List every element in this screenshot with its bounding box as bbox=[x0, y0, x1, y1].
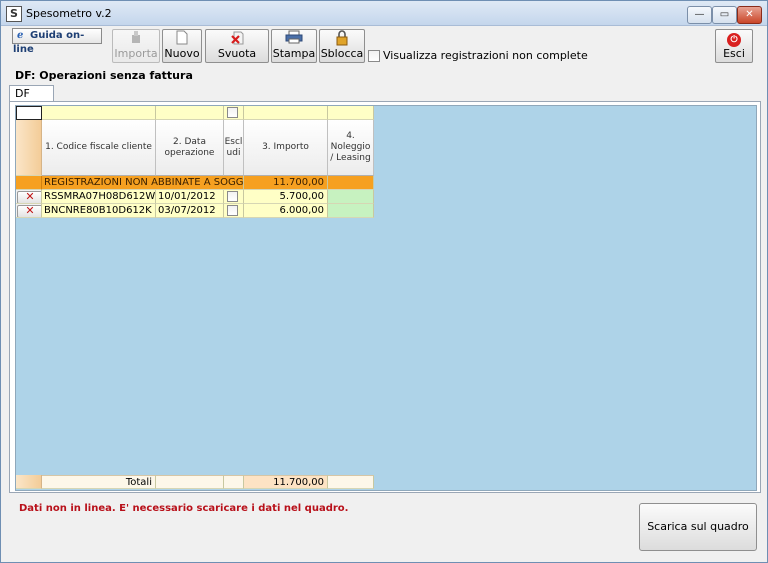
table-row-header: ✕ bbox=[16, 204, 42, 218]
cell-codice-fiscale[interactable]: RSSMRA07H08D612W bbox=[42, 190, 156, 204]
cell-importo[interactable]: 5.700,00 bbox=[244, 190, 328, 204]
table-row-header: ✕ bbox=[16, 190, 42, 204]
totals-row-header bbox=[16, 475, 42, 489]
data-grid: 1. Codice fiscale cliente 2. Data operaz… bbox=[15, 105, 757, 491]
section-title: DF: Operazioni senza fattura bbox=[15, 69, 193, 82]
cell-importo[interactable]: 6.000,00 bbox=[244, 204, 328, 218]
cell-escludi bbox=[224, 204, 244, 218]
tab-df[interactable]: DF bbox=[9, 85, 54, 102]
filter-cell-codice[interactable] bbox=[42, 106, 156, 120]
import-button[interactable]: Importa bbox=[112, 29, 160, 63]
show-incomplete-checkbox[interactable] bbox=[368, 50, 380, 62]
import-icon bbox=[113, 30, 159, 48]
escludi-checkbox[interactable] bbox=[227, 205, 238, 216]
clear-label: Svuota bbox=[217, 47, 257, 60]
red-x-icon: ✕ bbox=[25, 190, 35, 203]
delete-row-button[interactable]: ✕ bbox=[17, 204, 41, 217]
new-label: Nuovo bbox=[164, 47, 200, 60]
browser-icon: ℯ bbox=[17, 30, 24, 41]
delete-row-button[interactable]: ✕ bbox=[17, 190, 41, 203]
cell-noleggio-leasing[interactable] bbox=[328, 190, 374, 204]
minimize-button[interactable]: — bbox=[687, 6, 712, 24]
maximize-button[interactable]: ▭ bbox=[712, 6, 737, 24]
filter-cell-data[interactable] bbox=[156, 106, 224, 120]
exit-button[interactable]: ⏻ Esci bbox=[715, 29, 753, 63]
status-message: Dati non in linea. E' necessario scarica… bbox=[19, 503, 349, 514]
unlock-button[interactable]: Sblocca bbox=[319, 29, 365, 63]
exit-label: Esci bbox=[723, 47, 745, 60]
red-x-icon: ✕ bbox=[25, 204, 35, 217]
app-logo-icon: S bbox=[6, 6, 22, 22]
totals-data-cell bbox=[156, 475, 224, 489]
column-header-escludi[interactable]: Escl udi bbox=[224, 120, 244, 176]
totals-amount: 11.700,00 bbox=[244, 475, 328, 489]
filter-escludi-checkbox[interactable] bbox=[227, 107, 238, 118]
column-header-noleggio-leasing[interactable]: 4. Noleggio / Leasing bbox=[328, 120, 374, 176]
cell-data-operazione[interactable]: 03/07/2012 bbox=[156, 204, 224, 218]
guide-online-button[interactable]: ℯ Guida on-line bbox=[12, 28, 102, 55]
grid-corner-cell[interactable] bbox=[16, 106, 42, 120]
row-header-corner bbox=[16, 120, 42, 176]
filter-cell-importo[interactable] bbox=[244, 106, 328, 120]
download-to-form-button[interactable]: Scarica sul quadro bbox=[639, 503, 757, 551]
group-row-label: REGISTRAZIONI NON ABBINATE A SOGGET bbox=[42, 176, 244, 190]
cell-data-operazione[interactable]: 10/01/2012 bbox=[156, 190, 224, 204]
window-title: Spesometro v.2 bbox=[26, 7, 112, 20]
group-row-header[interactable] bbox=[16, 176, 42, 190]
red-x-icon bbox=[206, 30, 268, 48]
group-row-amount: 11.700,00 bbox=[244, 176, 328, 190]
column-header-importo[interactable]: 3. Importo bbox=[244, 120, 328, 176]
filter-cell-noleggio[interactable] bbox=[328, 106, 374, 120]
filter-cell-escludi bbox=[224, 106, 244, 120]
totals-noleggio-cell bbox=[328, 475, 374, 489]
clear-button[interactable]: Svuota bbox=[205, 29, 269, 63]
column-header-data-operazione[interactable]: 2. Data operazione bbox=[156, 120, 224, 176]
cell-escludi bbox=[224, 190, 244, 204]
title-bar: S Spesometro v.2 — ▭ ✕ bbox=[1, 1, 767, 26]
new-document-icon bbox=[163, 30, 201, 48]
import-label: Importa bbox=[114, 47, 158, 60]
padlock-icon bbox=[320, 30, 364, 48]
column-header-codice-fiscale[interactable]: 1. Codice fiscale cliente bbox=[42, 120, 156, 176]
totals-escludi-cell bbox=[224, 475, 244, 489]
power-icon: ⏻ bbox=[727, 33, 741, 47]
group-row-noleggio bbox=[328, 176, 374, 190]
print-label: Stampa bbox=[272, 47, 316, 60]
totals-label: Totali bbox=[42, 475, 156, 489]
cell-noleggio-leasing[interactable] bbox=[328, 204, 374, 218]
show-incomplete-label: Visualizza registrazioni non complete bbox=[383, 49, 588, 62]
app-window: S Spesometro v.2 — ▭ ✕ ℯ Guida on-line Im… bbox=[0, 0, 768, 563]
print-button[interactable]: Stampa bbox=[271, 29, 317, 63]
cell-codice-fiscale[interactable]: BNCNRE80B10D612K bbox=[42, 204, 156, 218]
escludi-checkbox[interactable] bbox=[227, 191, 238, 202]
new-button[interactable]: Nuovo bbox=[162, 29, 202, 63]
printer-icon bbox=[272, 30, 316, 48]
close-window-button[interactable]: ✕ bbox=[737, 6, 762, 24]
unlock-label: Sblocca bbox=[320, 47, 364, 60]
